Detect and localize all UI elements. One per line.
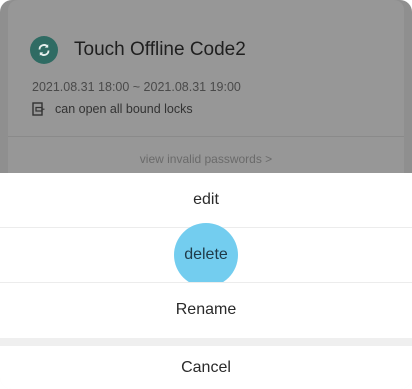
lock-scope-row: can open all bound locks <box>32 102 193 116</box>
rename-label: Rename <box>175 301 237 318</box>
screen: Touch Offline Code2 2021.08.31 18:00 ~ 2… <box>0 0 412 389</box>
action-sheet: edit delete Rename Cancel <box>0 173 412 389</box>
cancel-button[interactable]: Cancel <box>0 346 412 389</box>
delete-button[interactable]: delete <box>0 223 412 287</box>
lock-door-icon <box>32 102 45 116</box>
card-header: Touch Offline Code2 <box>30 36 246 64</box>
cancel-label: Cancel <box>181 358 231 376</box>
sync-icon <box>30 36 58 64</box>
edit-label: edit <box>193 191 219 208</box>
sheet-gap <box>0 338 412 346</box>
view-invalid-passwords-link[interactable]: view invalid passwords > <box>0 152 412 166</box>
card-title: Touch Offline Code2 <box>74 39 246 60</box>
delete-label: delete <box>184 246 228 263</box>
card-divider <box>8 136 404 137</box>
rename-button[interactable]: Rename <box>0 283 412 337</box>
lock-scope-text: can open all bound locks <box>55 102 193 116</box>
validity-period: 2021.08.31 18:00 ~ 2021.08.31 19:00 <box>32 80 241 94</box>
edit-button[interactable]: edit <box>0 173 412 227</box>
